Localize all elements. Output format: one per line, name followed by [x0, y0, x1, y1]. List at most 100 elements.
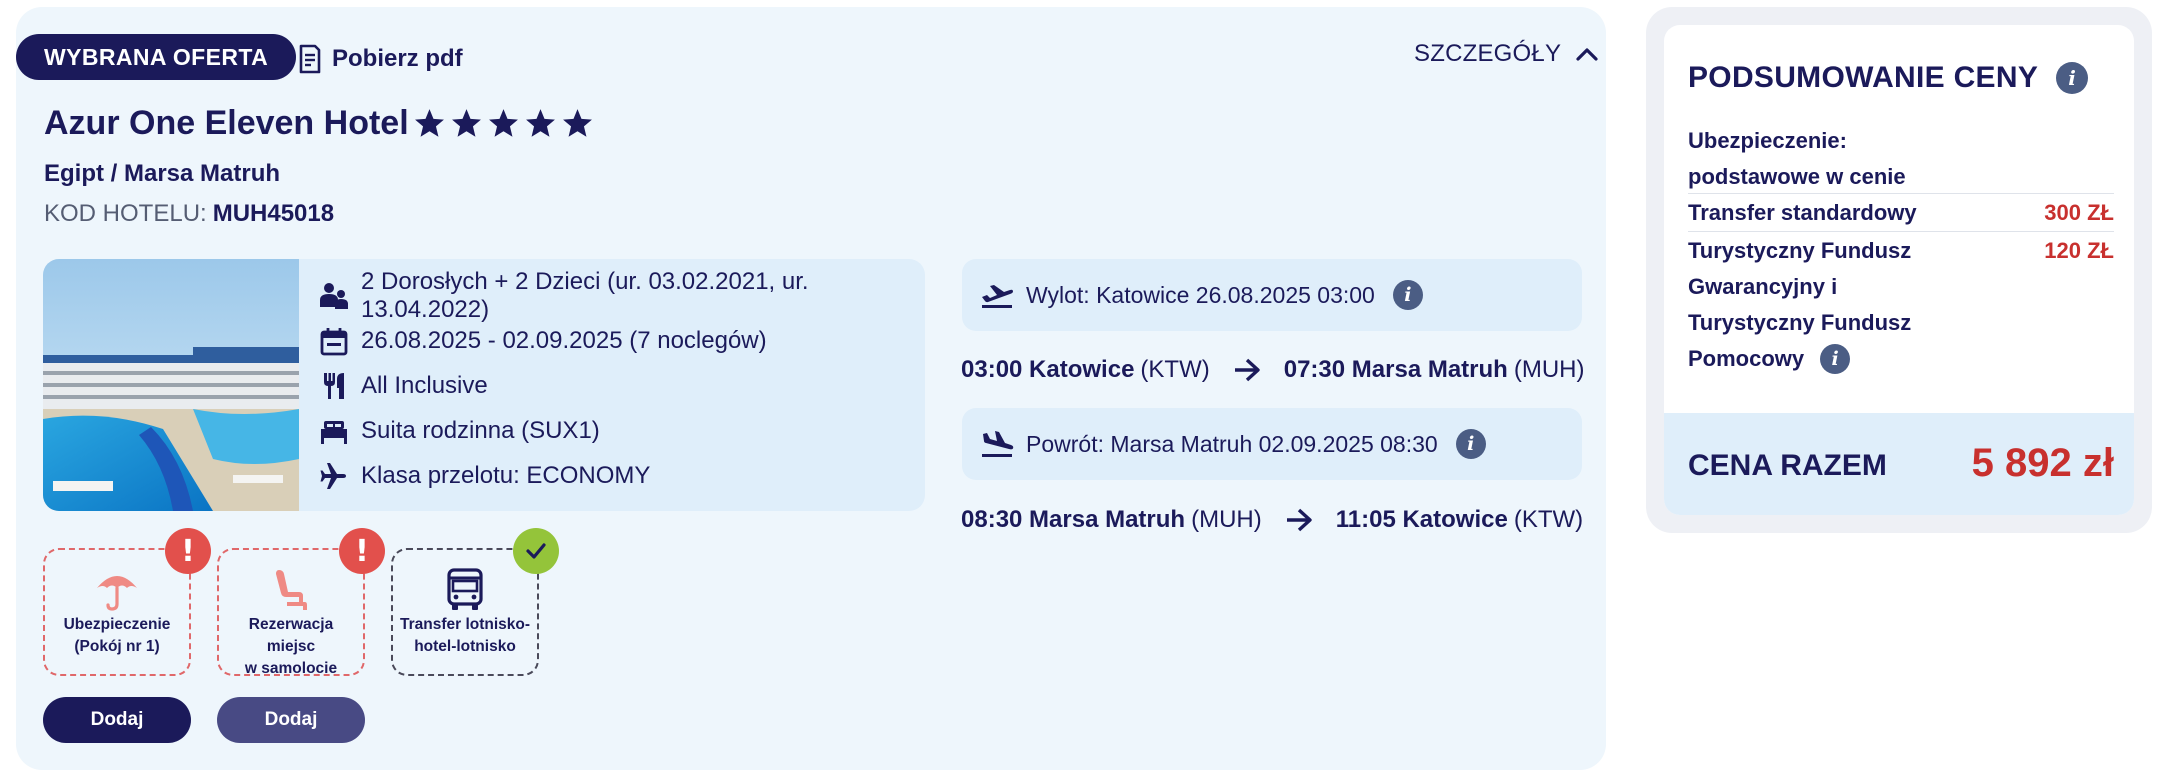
- star-icon: [562, 109, 592, 137]
- addon-seat-label: Rezerwacja miejsc w samolocie: [219, 614, 363, 680]
- transfer-row: Transfer standardowy 300 ZŁ: [1688, 195, 2114, 231]
- umbrella-icon: [97, 576, 137, 611]
- hotel-code: KOD HOTELU: MUH45018: [44, 200, 334, 228]
- addon-insurance[interactable]: Ubezpieczenie (Pokój nr 1) !: [43, 528, 211, 676]
- return-route: 08:30 Marsa Matruh (MUH) 11:05 Katowice …: [961, 506, 1583, 534]
- outbound-arrival: 07:30 Marsa Matruh: [1283, 356, 1508, 383]
- outbound-flight-box: Wylot: Katowice 26.08.2025 03:00 i: [962, 259, 1582, 331]
- hotel-code-value: MUH45018: [212, 200, 335, 227]
- addon-insurance-label: Ubezpieczenie (Pokój nr 1): [45, 614, 189, 658]
- hotel-title: Azur One Eleven Hotel: [44, 104, 594, 143]
- details-toggle[interactable]: SZCZEGÓŁY: [1414, 40, 1599, 68]
- fund-row: Turystyczny Fundusz Gwarancyjny i Turyst…: [1688, 233, 2114, 377]
- hotel-location: Egipt / Marsa Matruh: [44, 160, 281, 187]
- document-icon: [299, 44, 321, 74]
- outbound-arrival-code: (MUH): [1513, 356, 1585, 383]
- fund-label-line3: Turystyczny Fundusz: [1688, 310, 1912, 335]
- transfer-price: 300 ZŁ: [2044, 200, 2114, 225]
- addon-transfer-label-line1: Transfer lotnisko-: [399, 616, 531, 633]
- return-departure-code: (MUH): [1191, 506, 1262, 533]
- hotel-stars: [413, 107, 594, 140]
- board-text: All Inclusive: [361, 371, 488, 399]
- checkmark-badge: [513, 528, 559, 574]
- dates-row: 26.08.2025 - 02.09.2025 (7 noclegów): [319, 318, 925, 363]
- total-price-bar: CENA RAZEM 5 892 zł: [1664, 413, 2134, 515]
- insurance-label: Ubezpieczenie: podstawowe w cenie: [1688, 123, 1906, 195]
- download-pdf-label: Pobierz pdf: [332, 45, 463, 72]
- addon-seat-label-line1: Rezerwacja miejsc: [248, 616, 334, 655]
- add-seat-reservation-button[interactable]: Dodaj: [217, 697, 365, 743]
- offer-info-list: 2 Dorosłych + 2 Dzieci (ur. 03.02.2021, …: [319, 268, 925, 498]
- star-icon: [488, 109, 518, 137]
- outbound-route: 03:00 Katowice (KTW) 07:30 Marsa Matruh …: [961, 356, 1584, 384]
- divider: [1688, 193, 2114, 194]
- plane-icon: [320, 462, 346, 489]
- star-icon: [525, 109, 555, 137]
- info-icon[interactable]: i: [1392, 280, 1423, 310]
- addon-seat-reservation[interactable]: Rezerwacja miejsc w samolocie !: [217, 528, 385, 677]
- info-icon[interactable]: i: [2056, 62, 2089, 94]
- offer-info-panel: 2 Dorosłych + 2 Dzieci (ur. 03.02.2021, …: [43, 259, 925, 511]
- addon-transfer-label-line2: hotel-lotnisko: [414, 638, 516, 655]
- transfer-label: Transfer standardowy: [1688, 200, 1917, 225]
- guests-text: 2 Dorosłych + 2 Dzieci (ur. 03.02.2021, …: [361, 267, 809, 323]
- star-icon: [451, 109, 481, 137]
- fund-label-line2: Gwarancyjny i: [1688, 274, 1838, 299]
- info-icon[interactable]: i: [1820, 344, 1851, 374]
- warning-badge: !: [339, 528, 385, 574]
- addon-transfer-label: Transfer lotnisko- hotel-lotnisko: [393, 614, 537, 658]
- insurance-label-line2: podstawowe w cenie: [1688, 164, 1906, 189]
- fund-label-line4-wrap: Pomocowy i: [1688, 341, 1911, 377]
- arrow-right-icon: [1234, 358, 1260, 382]
- return-arrival-code: (KTW): [1513, 506, 1584, 533]
- add-insurance-button[interactable]: Dodaj: [43, 697, 191, 743]
- cutlery-icon: [324, 372, 344, 399]
- price-summary-panel: PODSUMOWANIE CENY i Ubezpieczenie: podst…: [1664, 25, 2134, 515]
- details-label: SZCZEGÓŁY: [1414, 40, 1562, 67]
- flight-class-text: Klasa przelotu: ECONOMY: [361, 461, 651, 489]
- flight-class-row: Klasa przelotu: ECONOMY: [319, 453, 925, 498]
- outbound-departure: 03:00 Katowice: [961, 356, 1135, 383]
- return-departure: 08:30 Marsa Matruh: [961, 506, 1186, 533]
- info-icon[interactable]: i: [1455, 429, 1486, 459]
- hotel-photo[interactable]: [43, 259, 299, 511]
- insurance-row: Ubezpieczenie: podstawowe w cenie: [1688, 123, 2114, 195]
- chevron-up-icon: [1576, 48, 1598, 61]
- hotel-code-label: KOD HOTELU:: [44, 200, 207, 227]
- landing-icon: [982, 431, 1014, 457]
- seat-icon: [276, 570, 307, 610]
- guests-row: 2 Dorosłych + 2 Dzieci (ur. 03.02.2021, …: [319, 268, 925, 323]
- addon-transfer[interactable]: Transfer lotnisko- hotel-lotnisko: [391, 528, 559, 676]
- star-icon: [414, 109, 444, 137]
- fund-label-line4: Pomocowy: [1688, 346, 1805, 371]
- addon-insurance-label-line1: Ubezpieczenie: [63, 616, 171, 633]
- calendar-icon: [320, 327, 348, 355]
- addon-seat-label-line2: w samolocie: [244, 660, 338, 677]
- dates-text: 26.08.2025 - 02.09.2025 (7 noclegów): [361, 326, 767, 354]
- price-summary-title: PODSUMOWANIE CENY i: [1688, 61, 2089, 95]
- total-label: CENA RAZEM: [1688, 449, 1887, 482]
- outbound-title: Wylot: Katowice 26.08.2025 03:00: [1026, 281, 1375, 308]
- checkmark-icon: [526, 543, 546, 559]
- takeoff-icon: [982, 285, 1013, 308]
- room-text: Suita rodzinna (SUX1): [361, 416, 600, 444]
- board-row: All Inclusive: [319, 363, 925, 408]
- divider: [1688, 231, 2114, 232]
- arrow-right-icon: [1286, 508, 1312, 532]
- bed-icon: [321, 420, 347, 444]
- fund-price: 120 ZŁ: [2044, 238, 2114, 263]
- fund-label: Turystyczny Fundusz Gwarancyjny i Turyst…: [1688, 233, 1911, 377]
- return-title: Powrót: Marsa Matruh 02.09.2025 08:30: [1026, 430, 1438, 457]
- fund-label-line1: Turystyczny Fundusz: [1688, 238, 1912, 263]
- warning-badge: !: [165, 528, 211, 574]
- hotel-name: Azur One Eleven Hotel: [44, 104, 409, 142]
- outbound-departure-code: (KTW): [1140, 356, 1210, 383]
- addon-insurance-label-line2: (Pokój nr 1): [74, 638, 160, 655]
- people-icon: [320, 282, 348, 309]
- selected-offer-badge: WYBRANA OFERTA: [16, 34, 297, 80]
- insurance-label-line1: Ubezpieczenie:: [1688, 128, 1847, 153]
- return-flight-box: Powrót: Marsa Matruh 02.09.2025 08:30 i: [962, 408, 1582, 480]
- price-summary-title-text: PODSUMOWANIE CENY: [1688, 61, 2039, 94]
- total-value: 5 892 zł: [1971, 441, 2114, 485]
- download-pdf-link[interactable]: Pobierz pdf: [298, 42, 463, 76]
